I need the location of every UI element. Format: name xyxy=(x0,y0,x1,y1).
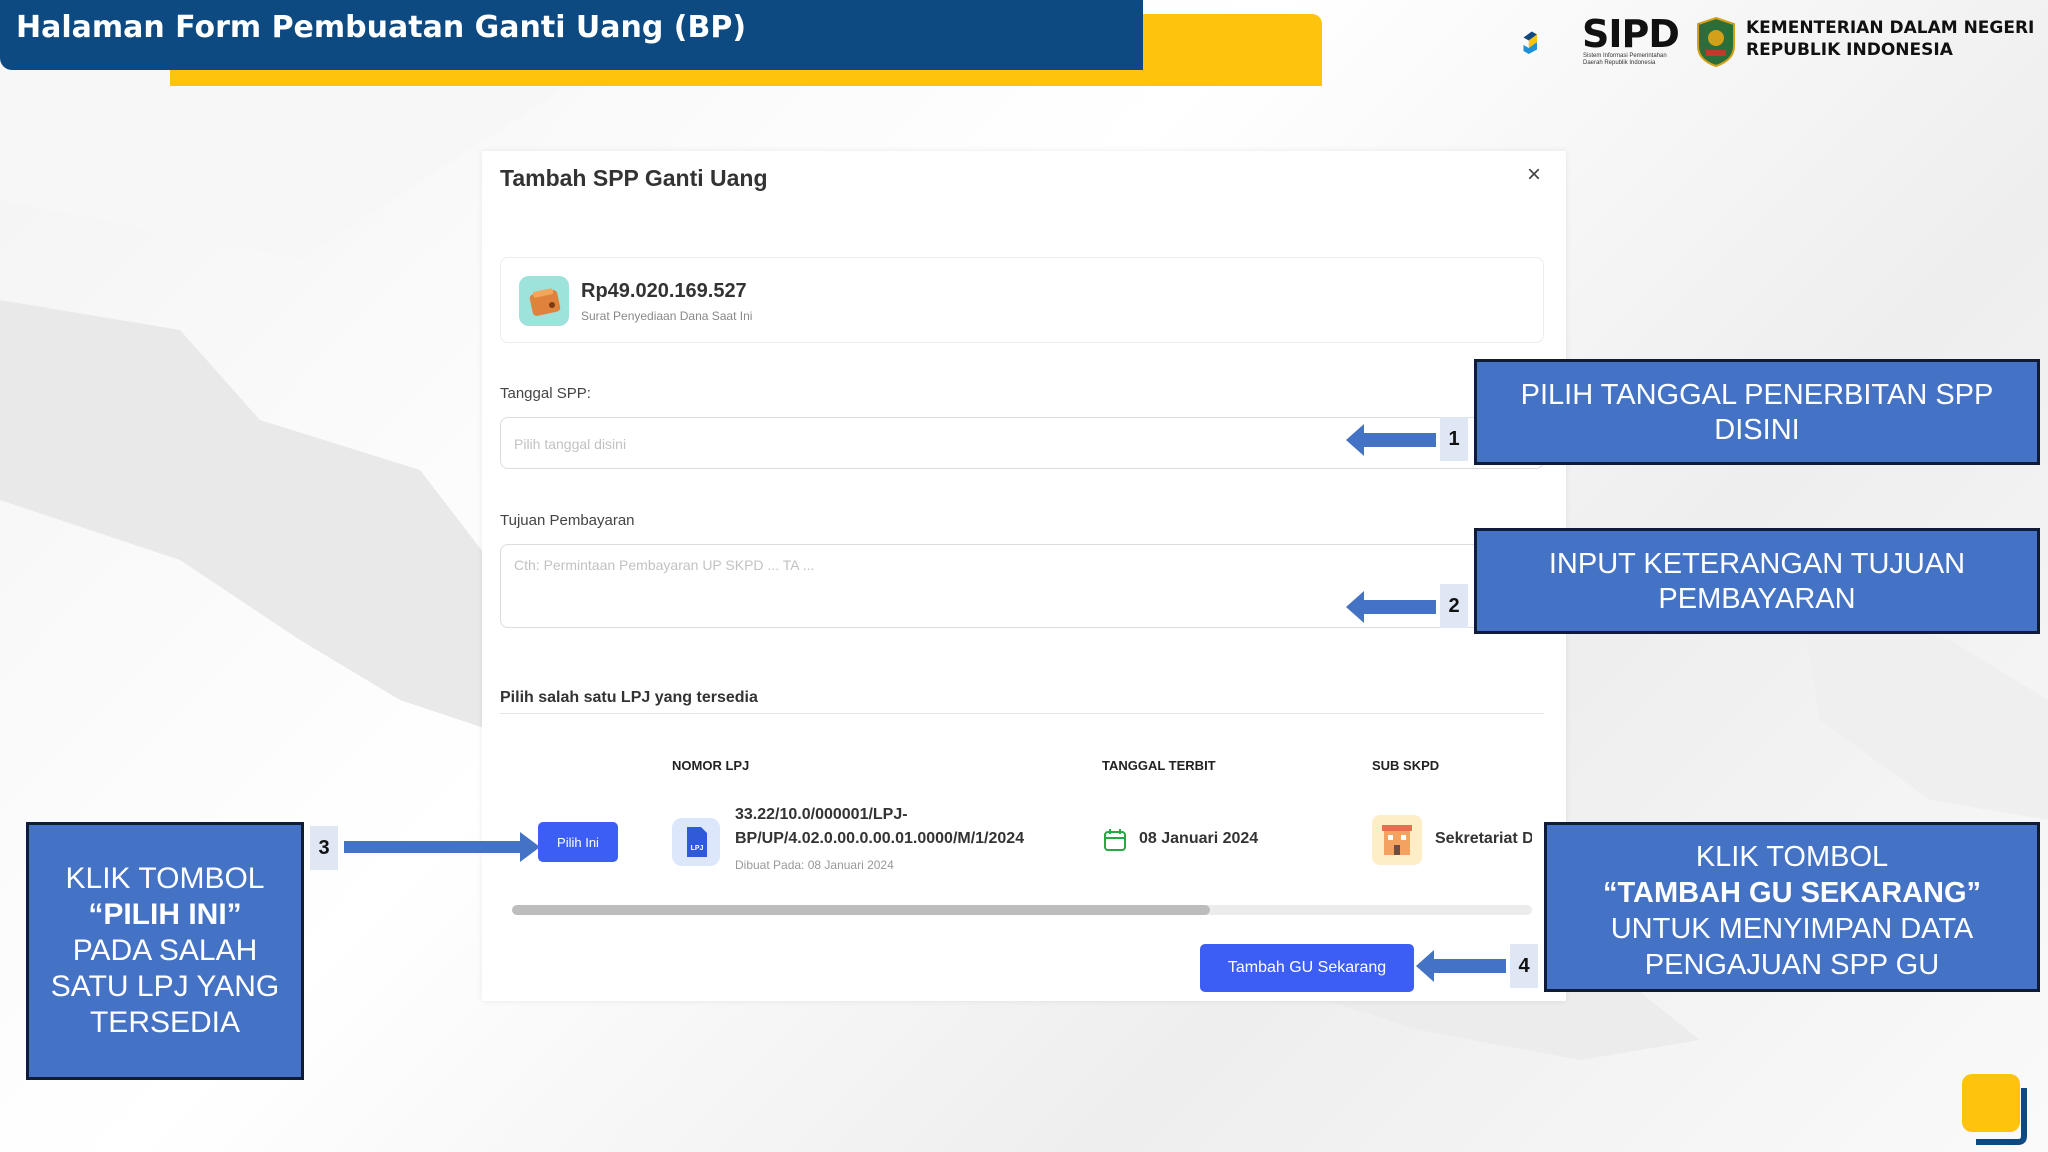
horizontal-scrollbar[interactable] xyxy=(512,905,1532,915)
step-number-4: 4 xyxy=(1510,944,1538,988)
balance-amount: Rp49.020.169.527 xyxy=(581,280,747,302)
callout-1-line2: DISINI xyxy=(1714,414,1800,446)
callout-4-line1: KLIK TOMBOL xyxy=(1695,841,1889,873)
close-icon[interactable]: × xyxy=(1518,159,1550,191)
tanggal-terbit-value: 08 Januari 2024 xyxy=(1139,830,1259,847)
wallet-icon xyxy=(519,276,569,326)
step-number-3: 3 xyxy=(310,826,338,870)
corner-decoration xyxy=(1962,1074,2027,1145)
section-divider xyxy=(500,713,1544,714)
pilih-ini-button[interactable]: Pilih Ini xyxy=(538,822,618,862)
callout-2-line2: PEMBAYARAN xyxy=(1658,583,1856,615)
callout-step-2: INPUT KETERANGAN TUJUAN PEMBAYARAN xyxy=(1474,528,2040,634)
callout-step-4: KLIK TOMBOL “TAMBAH GU SEKARANG” UNTUK M… xyxy=(1544,822,2040,992)
modal-title: Tambah SPP Ganti Uang xyxy=(500,165,768,191)
lpj-section-title: Pilih salah satu LPJ yang tersedia xyxy=(500,689,758,706)
callout-3-line1: KLIK TOMBOL xyxy=(65,862,265,895)
callout-step-3: KLIK TOMBOL “PILIH INI” PADA SALAH SATU … xyxy=(26,822,304,1080)
arrow-left-icon xyxy=(1416,950,1506,982)
arrow-left-icon xyxy=(1346,424,1436,456)
sipd-logo-icon xyxy=(1523,31,1537,54)
callout-step-1: PILIH TANGGAL PENERBITAN SPP DISINI xyxy=(1474,359,2040,465)
tanggal-spp-label: Tanggal SPP: xyxy=(500,385,591,402)
sub-skpd-value: Sekretariat D xyxy=(1435,830,1532,847)
arrow-right-icon xyxy=(344,832,540,862)
tambah-gu-sekarang-button[interactable]: Tambah GU Sekarang xyxy=(1200,944,1414,992)
calendar-icon xyxy=(1104,829,1126,851)
step-number-2: 2 xyxy=(1440,584,1468,628)
callout-3-line5: TERSEDIA xyxy=(89,1006,241,1039)
callout-3-line3: PADA SALAH xyxy=(72,934,258,967)
balance-card: Rp49.020.169.527 Surat Penyediaan Dana S… xyxy=(500,257,1544,343)
callout-3-line4: SATU LPJ YANG xyxy=(50,970,280,1003)
tambah-spp-modal: Tambah SPP Ganti Uang × Rp49.020.169.527… xyxy=(482,151,1566,1001)
kemendagri-emblem-icon xyxy=(1697,16,1735,68)
page-title: Halaman Form Pembuatan Ganti Uang (BP) xyxy=(16,10,747,45)
lpj-icon-label: LPJ xyxy=(691,845,704,852)
ministry-name-line2: REPUBLIK INDONESIA xyxy=(1746,40,1953,60)
sipd-logo-text: SIPD xyxy=(1582,12,1680,56)
column-header-sub-skpd: SUB SKPD xyxy=(1372,758,1440,773)
balance-caption: Surat Penyediaan Dana Saat Ini xyxy=(581,309,753,323)
sipd-logo-subtitle: Sistem Informasi Pemerintahan Daerah Rep… xyxy=(1583,53,1667,66)
column-header-tanggal-terbit: TANGGAL TERBIT xyxy=(1102,758,1216,773)
column-header-nomor-lpj: NOMOR LPJ xyxy=(672,758,750,773)
callout-4-line4: PENGAJUAN SPP GU xyxy=(1644,949,1940,981)
nomor-lpj-line1: 33.22/10.0/000001/LPJ- xyxy=(735,806,908,823)
scrollbar-thumb[interactable] xyxy=(512,905,1210,915)
step-number-1: 1 xyxy=(1440,417,1468,461)
ministry-name-line1: KEMENTERIAN DALAM NEGERI xyxy=(1746,18,2035,38)
callout-3-line2: “PILIH INI” xyxy=(88,898,242,931)
callout-2-line1: INPUT KETERANGAN TUJUAN xyxy=(1548,548,1966,580)
building-icon xyxy=(1372,815,1422,865)
callout-4-line2: “TAMBAH GU SEKARANG” xyxy=(1602,877,1982,909)
nomor-lpj-line2: BP/UP/4.02.0.00.0.00.01.0000/M/1/2024 xyxy=(735,830,1025,847)
tujuan-pembayaran-label: Tujuan Pembayaran xyxy=(500,512,635,529)
callout-4-line3: UNTUK MENYIMPAN DATA xyxy=(1610,913,1974,945)
callout-1-line1: PILIH TANGGAL PENERBITAN SPP xyxy=(1520,379,1994,411)
arrow-left-icon xyxy=(1346,591,1436,623)
lpj-document-icon: LPJ xyxy=(672,818,720,866)
lpj-created-date: Dibuat Pada: 08 Januari 2024 xyxy=(735,858,894,872)
